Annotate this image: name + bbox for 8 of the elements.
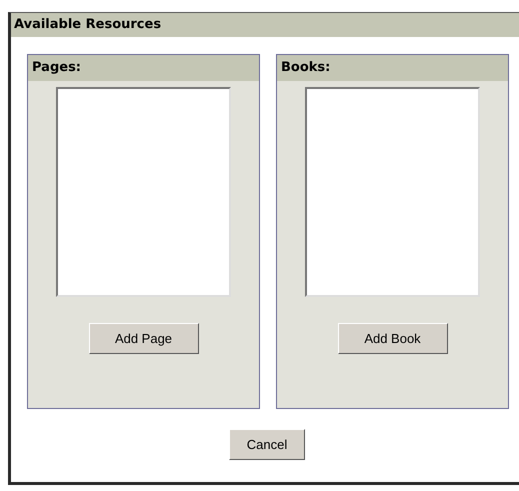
panel-title: Pages:: [28, 55, 259, 81]
list-box[interactable]: [56, 87, 231, 297]
add-button[interactable]: Add Page: [88, 323, 198, 354]
dialog-title: Available Resources: [11, 13, 519, 37]
cancel-button[interactable]: Cancel: [229, 429, 305, 460]
panel-title: Books:: [277, 55, 508, 81]
add-button[interactable]: Add Book: [338, 323, 448, 354]
list-box[interactable]: [305, 87, 480, 297]
